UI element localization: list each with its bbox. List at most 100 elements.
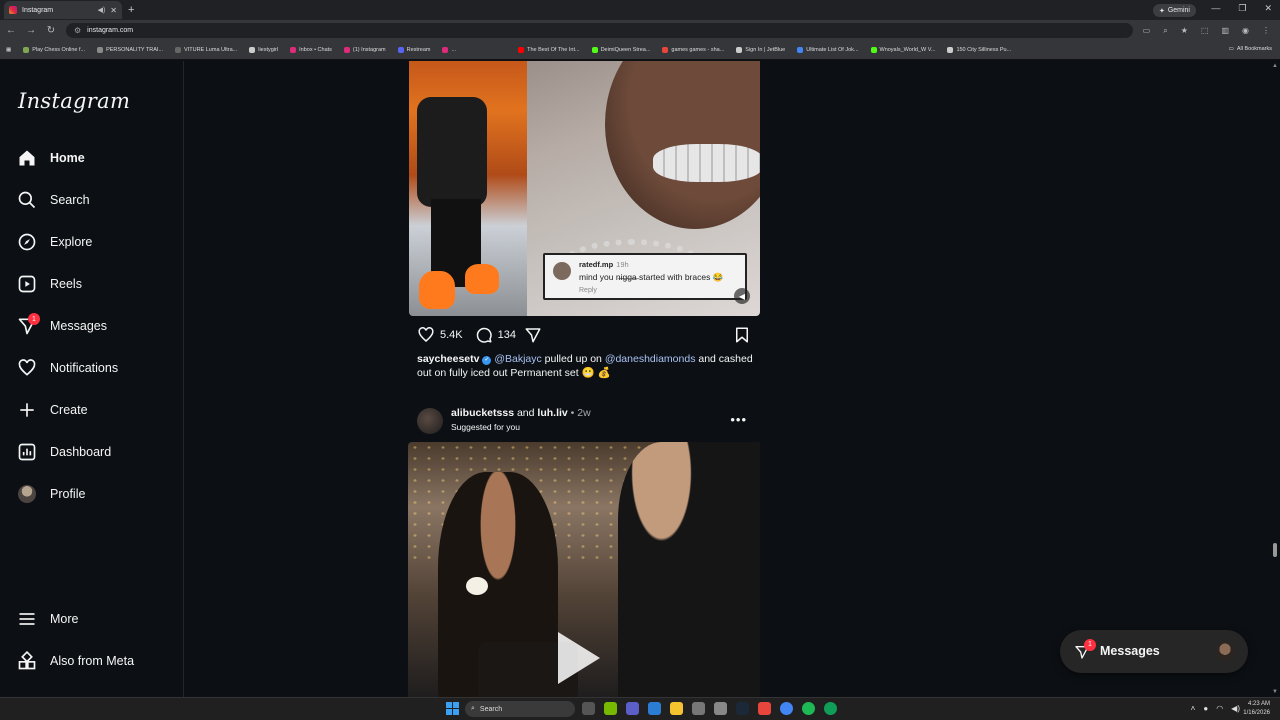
author-username[interactable]: luh.liv: [537, 407, 567, 419]
video-left-panel: [409, 61, 527, 316]
nvidia-icon[interactable]: [604, 702, 617, 715]
gemini-icon: ✦: [1158, 7, 1165, 15]
tray-app-icon[interactable]: ●: [1203, 704, 1208, 713]
volume-icon[interactable]: ◀): [1231, 704, 1240, 713]
scroll-down-icon[interactable]: ▼: [1272, 689, 1278, 695]
bookmark-item[interactable]: PERSONALITY TRAI...: [97, 47, 163, 53]
reload-button[interactable]: ↻: [46, 25, 56, 36]
bookmark-item[interactable]: liestygirl: [249, 47, 278, 53]
sidebar: Instagram Home Search Explore Reels 1 Me…: [0, 61, 184, 697]
cast-icon[interactable]: ▭: [1143, 26, 1151, 36]
rose-shape: [466, 577, 488, 595]
scrollbar-thumb[interactable]: [1273, 543, 1277, 557]
new-tab-button[interactable]: +: [128, 4, 134, 16]
taskbar-search-label: Search: [479, 705, 503, 713]
minimize-button[interactable]: —: [1211, 3, 1220, 14]
comment-text: mind you n̶i̶g̶g̶a̶ started with braces …: [579, 272, 724, 282]
bookmark-item[interactable]: Inbox • Chats: [290, 47, 332, 53]
sidebar-item-notifications[interactable]: Notifications: [16, 353, 176, 383]
bookmark-item[interactable]: Ultimate List Of Jok...: [797, 47, 859, 53]
shoe-shape: [465, 264, 499, 294]
restore-button[interactable]: ❐: [1238, 3, 1246, 14]
tab-instagram[interactable]: Instagram ◀) ✕: [4, 1, 122, 19]
bookmarks-bar: ▦ Play Chess Online f... PERSONALITY TRA…: [0, 41, 1280, 60]
sidebar-item-more[interactable]: More: [16, 604, 176, 634]
comment-button[interactable]: 134: [475, 326, 516, 344]
spotify-icon[interactable]: [802, 702, 815, 715]
post-video[interactable]: [408, 442, 760, 697]
sidebar-item-reels[interactable]: Reels: [16, 269, 176, 299]
taskbar-search[interactable]: ⌕ Search: [465, 701, 575, 717]
profile-icon[interactable]: ◉: [1242, 26, 1249, 36]
file-explorer-icon[interactable]: [670, 702, 683, 715]
app-icon[interactable]: [692, 702, 705, 715]
forward-button[interactable]: →: [26, 25, 36, 36]
save-button[interactable]: [733, 326, 751, 344]
bookmark-item[interactable]: 150 City Silliness Pu...: [947, 47, 1011, 53]
instagram-logo[interactable]: Instagram: [18, 89, 130, 113]
zoom-icon[interactable]: ⌕: [1163, 26, 1167, 36]
bookmark-item[interactable]: Wnoyals_World_W V...: [870, 47, 935, 53]
audio-toggle-icon[interactable]: ◀: [734, 288, 750, 304]
page-scrollbar[interactable]: ▲ ▼: [1270, 61, 1280, 697]
star-bookmark-icon[interactable]: ★: [1181, 26, 1188, 36]
settings-icon[interactable]: [714, 702, 727, 715]
sidebar-item-also-from-meta[interactable]: Also from Meta: [16, 646, 176, 676]
sidebar-item-explore[interactable]: Explore: [16, 227, 176, 257]
sidebar-item-dashboard[interactable]: Dashboard: [16, 437, 176, 467]
speaker-icon[interactable]: ◀): [98, 6, 106, 14]
post-video[interactable]: ratedf.mp 19h mind you n̶i̶g̶g̶a̶ started…: [409, 61, 760, 316]
apps-icon[interactable]: ▦: [6, 47, 11, 53]
sidebar-item-messages[interactable]: 1 Messages: [16, 311, 176, 341]
bookmark-item[interactable]: The Best Of The Int...: [518, 47, 580, 53]
back-button[interactable]: ←: [6, 25, 16, 36]
windows-start-icon[interactable]: [446, 702, 459, 715]
sidepanel-icon[interactable]: ▥: [1221, 26, 1229, 36]
bookmark-item[interactable]: ...: [442, 47, 456, 53]
sidebar-item-search[interactable]: Search: [16, 185, 176, 215]
app-icon[interactable]: [758, 702, 771, 715]
close-tab-icon[interactable]: ✕: [110, 6, 117, 15]
share-button[interactable]: [524, 326, 542, 344]
bookmark-item[interactable]: Play Chess Online f...: [23, 47, 85, 53]
and-text: and: [514, 407, 538, 419]
scroll-up-icon[interactable]: ▲: [1272, 63, 1278, 69]
sidebar-item-profile[interactable]: Profile: [16, 479, 176, 509]
sidebar-item-home[interactable]: Home: [16, 143, 176, 173]
app-icon[interactable]: [648, 702, 661, 715]
bookmark-item[interactable]: DeimiQueen Strea...: [591, 47, 650, 53]
author-username[interactable]: alibucketsss: [451, 407, 514, 419]
post-author-avatar[interactable]: [417, 408, 443, 434]
bookmark-item[interactable]: games games - sha...: [662, 47, 724, 53]
system-clock[interactable]: 4:23 AM 1/16/2026: [1243, 700, 1270, 718]
app-icon[interactable]: [626, 702, 639, 715]
mention-link[interactable]: @Bakjayc: [494, 353, 541, 365]
site-info-icon[interactable]: ⚙: [74, 26, 81, 35]
gemini-button[interactable]: ✦ Gemini: [1152, 4, 1196, 17]
all-bookmarks[interactable]: ▭ All Bookmarks: [1229, 46, 1272, 52]
clock-time: 4:23 AM: [1247, 701, 1270, 707]
plus-icon: [16, 399, 38, 421]
close-window-button[interactable]: ✕: [1264, 3, 1272, 14]
chrome-icon[interactable]: [780, 702, 793, 715]
network-icon[interactable]: ◠: [1216, 704, 1223, 713]
bookmark-item[interactable]: Restream: [397, 47, 430, 53]
play-icon[interactable]: [558, 632, 600, 684]
menu-icon[interactable]: ⋮: [1262, 26, 1270, 36]
steam-icon[interactable]: [736, 702, 749, 715]
chevron-up-icon[interactable]: ˄: [1191, 704, 1196, 713]
mention-link[interactable]: @daneshdiamonds: [605, 353, 696, 365]
like-button[interactable]: 5.4K: [417, 326, 463, 344]
bookmark-item[interactable]: (1) Instagram: [343, 47, 386, 53]
edge-icon[interactable]: [824, 702, 837, 715]
bookmark-item[interactable]: Sign In | JetBlue: [736, 47, 785, 53]
sidebar-item-create[interactable]: Create: [16, 395, 176, 425]
more-options-icon[interactable]: •••: [730, 412, 747, 427]
caption-username[interactable]: saycheesetv: [417, 353, 479, 365]
address-bar[interactable]: ⚙ instagram.com: [66, 23, 1133, 38]
messages-pill[interactable]: 1 Messages: [1060, 630, 1248, 673]
task-view-icon[interactable]: [582, 702, 595, 715]
sidebar-item-label: Reels: [50, 277, 82, 291]
bookmark-item[interactable]: VITURE Luma Ultra...: [175, 47, 237, 53]
extensions-icon[interactable]: ⬚: [1201, 26, 1209, 36]
